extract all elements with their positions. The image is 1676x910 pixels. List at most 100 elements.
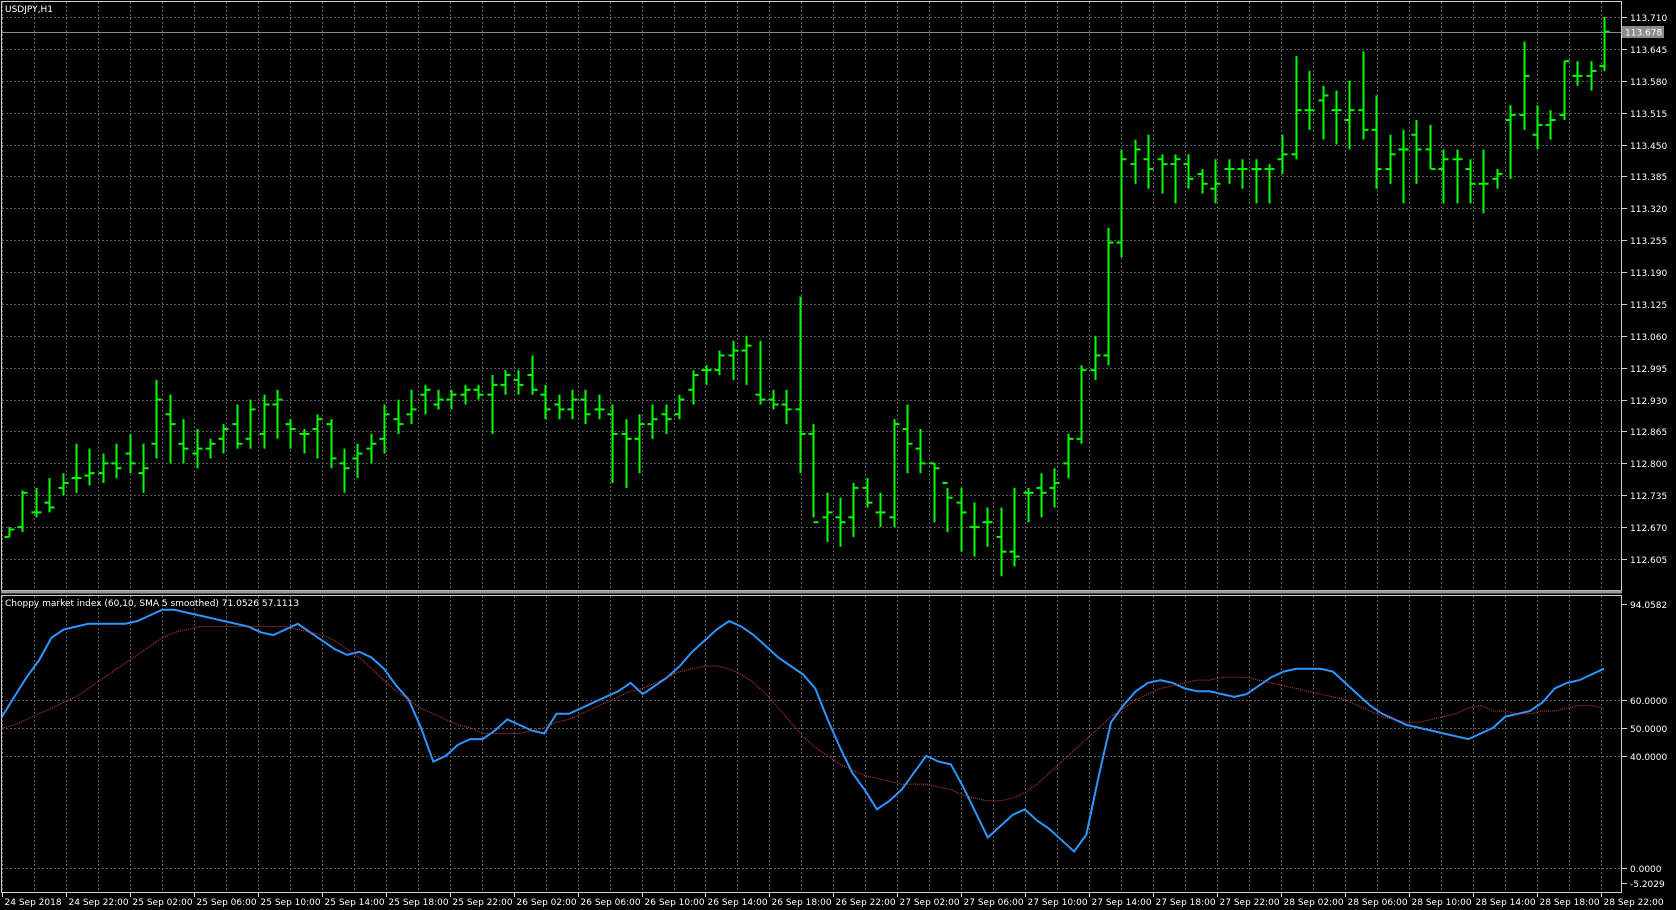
price-tick-label: 112.800 (1630, 460, 1667, 470)
ohlc-bar (567, 389, 578, 420)
price-tick-label: 112.605 (1630, 556, 1667, 566)
ohlc-bar (540, 384, 551, 420)
time-label: 24 Sep 2018 (5, 898, 62, 908)
ohlc-bar (111, 443, 122, 479)
time-label: 26 Sep 02:00 (517, 898, 577, 908)
ohlc-bar (125, 433, 136, 474)
ohlc-bar (138, 443, 149, 493)
ohlc-bar (835, 497, 846, 547)
indicator-tick-label: 60.0000 (1630, 697, 1667, 707)
indicator-tick-label: 0.0000 (1630, 865, 1662, 875)
price-tick-label: 113.060 (1630, 333, 1667, 343)
ohlc-bar (1505, 105, 1516, 179)
price-tick-label: 113.645 (1630, 46, 1667, 56)
ohlc-bar (1143, 134, 1154, 189)
ohlc-bar (915, 429, 926, 474)
ohlc-bar (808, 424, 819, 524)
time-label: 27 Sep 06:00 (964, 898, 1024, 908)
price-tick-label: 112.930 (1630, 397, 1667, 407)
indicator-tick-label: 50.0000 (1630, 725, 1667, 735)
time-label: 28 Sep 06:00 (1348, 898, 1408, 908)
time-label: 27 Sep 22:00 (1220, 898, 1280, 908)
ohlc-bar (1210, 159, 1221, 204)
ohlc-bar (1465, 159, 1476, 204)
time-label: 26 Sep 22:00 (836, 898, 896, 908)
ohlc-bar (942, 481, 953, 533)
ohlc-bar (1103, 227, 1114, 366)
ohlc-bar (996, 507, 1007, 577)
ohlc-bar (1264, 164, 1275, 204)
time-label: 25 Sep 14:00 (325, 898, 385, 908)
time-label: 27 Sep 02:00 (900, 898, 960, 908)
ohlc-bar (1545, 110, 1556, 140)
ohlc-bar (299, 429, 310, 454)
ohlc-bar (71, 443, 82, 493)
ohlc-bar (165, 394, 176, 464)
price-tick-label: 113.125 (1630, 301, 1667, 311)
ohlc-bar (1492, 169, 1503, 189)
ohlc-bar (312, 414, 323, 459)
ohlc-bar (420, 384, 431, 415)
ohlc-bar (379, 404, 390, 454)
ohlc-bar (1291, 56, 1302, 160)
indicator-tick-label: 94.0582 (1630, 601, 1667, 611)
ohlc-bar (902, 404, 913, 474)
ohlc-bar (607, 404, 618, 483)
ohlc-bar (98, 453, 109, 483)
ohlc-bar (969, 502, 980, 557)
ohlc-bar (1157, 154, 1168, 194)
ohlc-bar (4, 527, 15, 538)
time-label: 28 Sep 18:00 (1540, 898, 1600, 908)
time-label: 25 Sep 02:00 (133, 898, 193, 908)
ohlc-bar (1519, 41, 1530, 130)
ohlc-bar (795, 296, 806, 474)
price-tick-label: 113.580 (1630, 78, 1667, 88)
ohlc-bar (406, 389, 417, 425)
ohlc-bar (460, 384, 471, 405)
ohlc-bar (1559, 60, 1570, 121)
indicator-title: Choppy market index (60,10, SMA 5 smooth… (5, 599, 299, 609)
chart-canvas[interactable]: 113.710 113.645 113.580 113.515 113.450 113.3… (0, 0, 1676, 910)
price-tick-label: 113.255 (1630, 237, 1667, 247)
indicator-tick-label: 40.0000 (1630, 753, 1667, 763)
price-pane-border (1, 1, 1622, 591)
ohlc-bar (594, 394, 605, 420)
ohlc-bar (1358, 51, 1369, 140)
ohlc-bar (339, 448, 350, 493)
ohlc-bar (741, 335, 752, 385)
grid (2, 2, 1621, 892)
ohlc-bar (822, 492, 833, 542)
ohlc-bar (929, 462, 940, 523)
ohlc-bar (178, 419, 189, 464)
time-label: 26 Sep 14:00 (708, 898, 768, 908)
ohlc-bar (848, 482, 859, 537)
ohlc-bar (755, 340, 766, 405)
ohlc-bar (1170, 154, 1181, 204)
time-label: 25 Sep 22:00 (453, 898, 513, 908)
time-label: 28 Sep 22:00 (1604, 898, 1664, 908)
ohlc-bar (1331, 90, 1342, 145)
ohlc-bar (647, 404, 658, 439)
time-label: 28 Sep 02:00 (1284, 898, 1344, 908)
ohlc-bar (500, 370, 511, 395)
indicator-tick-label: -5.2029 (1630, 880, 1665, 890)
ohlc-bar (1586, 61, 1597, 91)
price-tick-label: 113.320 (1630, 205, 1667, 215)
ohlc-bar (352, 443, 363, 479)
price-bars (4, 17, 1610, 577)
ohlc-bar (956, 487, 967, 552)
time-label: 27 Sep 18:00 (1156, 898, 1216, 908)
ohlc-bar (674, 394, 685, 420)
choppy-signal-line (1, 626, 1605, 802)
ohlc-bar (554, 394, 565, 420)
ohlc-bar (580, 389, 591, 425)
ohlc-bar (1411, 120, 1422, 184)
ohlc-bar (366, 433, 377, 464)
indicator-lines (1, 608, 1605, 853)
price-tick-label: 113.190 (1630, 269, 1667, 279)
ohlc-bar (1251, 159, 1262, 204)
current-price-label: 113.678 (1625, 29, 1662, 39)
time-label: 28 Sep 10:00 (1412, 898, 1472, 908)
ohlc-bar (245, 399, 256, 449)
ohlc-bar (487, 375, 498, 434)
